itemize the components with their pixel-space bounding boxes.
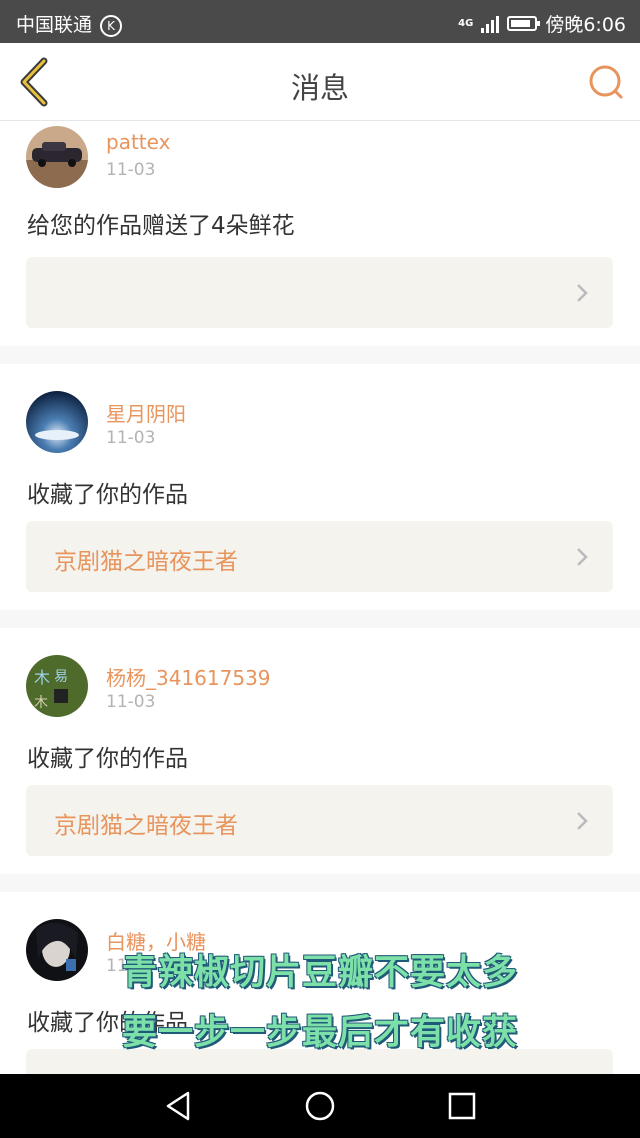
svg-text:木: 木 [34,668,50,687]
chevron-right-icon [577,812,588,830]
battery-icon [507,16,541,31]
search-icon [589,65,623,99]
signal-icon [481,15,500,33]
search-button[interactable] [586,63,626,103]
nav-back-button[interactable] [160,1088,196,1124]
avatar[interactable]: 木 易 木 [26,655,88,717]
avatar[interactable] [26,126,88,188]
status-right: 4G 傍晚6:06 [458,10,626,37]
message-card: 木 易 木 杨杨_341617539 11-03 收藏了你的作品 京剧猫之暗夜王… [0,628,640,874]
network-type: 4G [458,18,474,29]
overlay-subtitle: 青辣椒切片豆瓣不要太多 [121,953,518,993]
action-text: 收藏了你的作品 [27,482,188,508]
action-text: 给您的作品赠送了4朵鲜花 [27,213,295,239]
svg-text:木: 木 [34,695,48,711]
action-text: 收藏了你的作品 [27,746,188,772]
chevron-right-icon [577,284,588,302]
clock: 傍晚6:06 [545,14,626,36]
carrier-info: 中国联通 K [16,10,123,37]
message-date: 11-03 [106,428,156,448]
nav-home-button[interactable] [302,1088,338,1124]
message-date: 11-03 [106,160,156,180]
square-recent-icon [448,1092,476,1120]
work-link[interactable]: 京剧猫之暗夜王者 [26,785,613,856]
svg-text:易: 易 [54,669,68,685]
triangle-back-icon [166,1091,190,1121]
avatar[interactable] [26,391,88,453]
work-link[interactable] [26,257,613,328]
message-card: pattex 11-03 给您的作品赠送了4朵鲜花 [0,121,640,346]
message-date: 11-03 [106,692,156,712]
app-header: 消息 [0,43,640,121]
circle-home-icon [305,1091,335,1121]
message-list[interactable]: pattex 11-03 给您的作品赠送了4朵鲜花 星月阴阳 11-03 收藏了… [0,121,640,1074]
work-title: 京剧猫之暗夜王者 [54,549,238,575]
chevron-right-icon [577,548,588,566]
system-nav-bar [0,1074,640,1138]
message-card: 星月阴阳 11-03 收藏了你的作品 京剧猫之暗夜王者 [0,364,640,610]
username[interactable]: pattex [106,130,170,154]
username[interactable]: 星月阴阳 [106,398,186,427]
carrier-badge-icon: K [100,14,123,37]
username[interactable]: 杨杨_341617539 [106,662,271,691]
nav-recent-button[interactable] [444,1088,480,1124]
carrier-name: 中国联通 [16,14,93,36]
work-title: 京剧猫之暗夜王者 [54,813,238,839]
page-title: 消息 [290,71,349,105]
status-bar: 中国联通 K 4G 傍晚6:06 [0,0,640,43]
work-link[interactable]: 京剧猫之暗夜王者 [26,521,613,592]
overlay-subtitle: 要一步一步最后才有收获 [121,1013,518,1053]
